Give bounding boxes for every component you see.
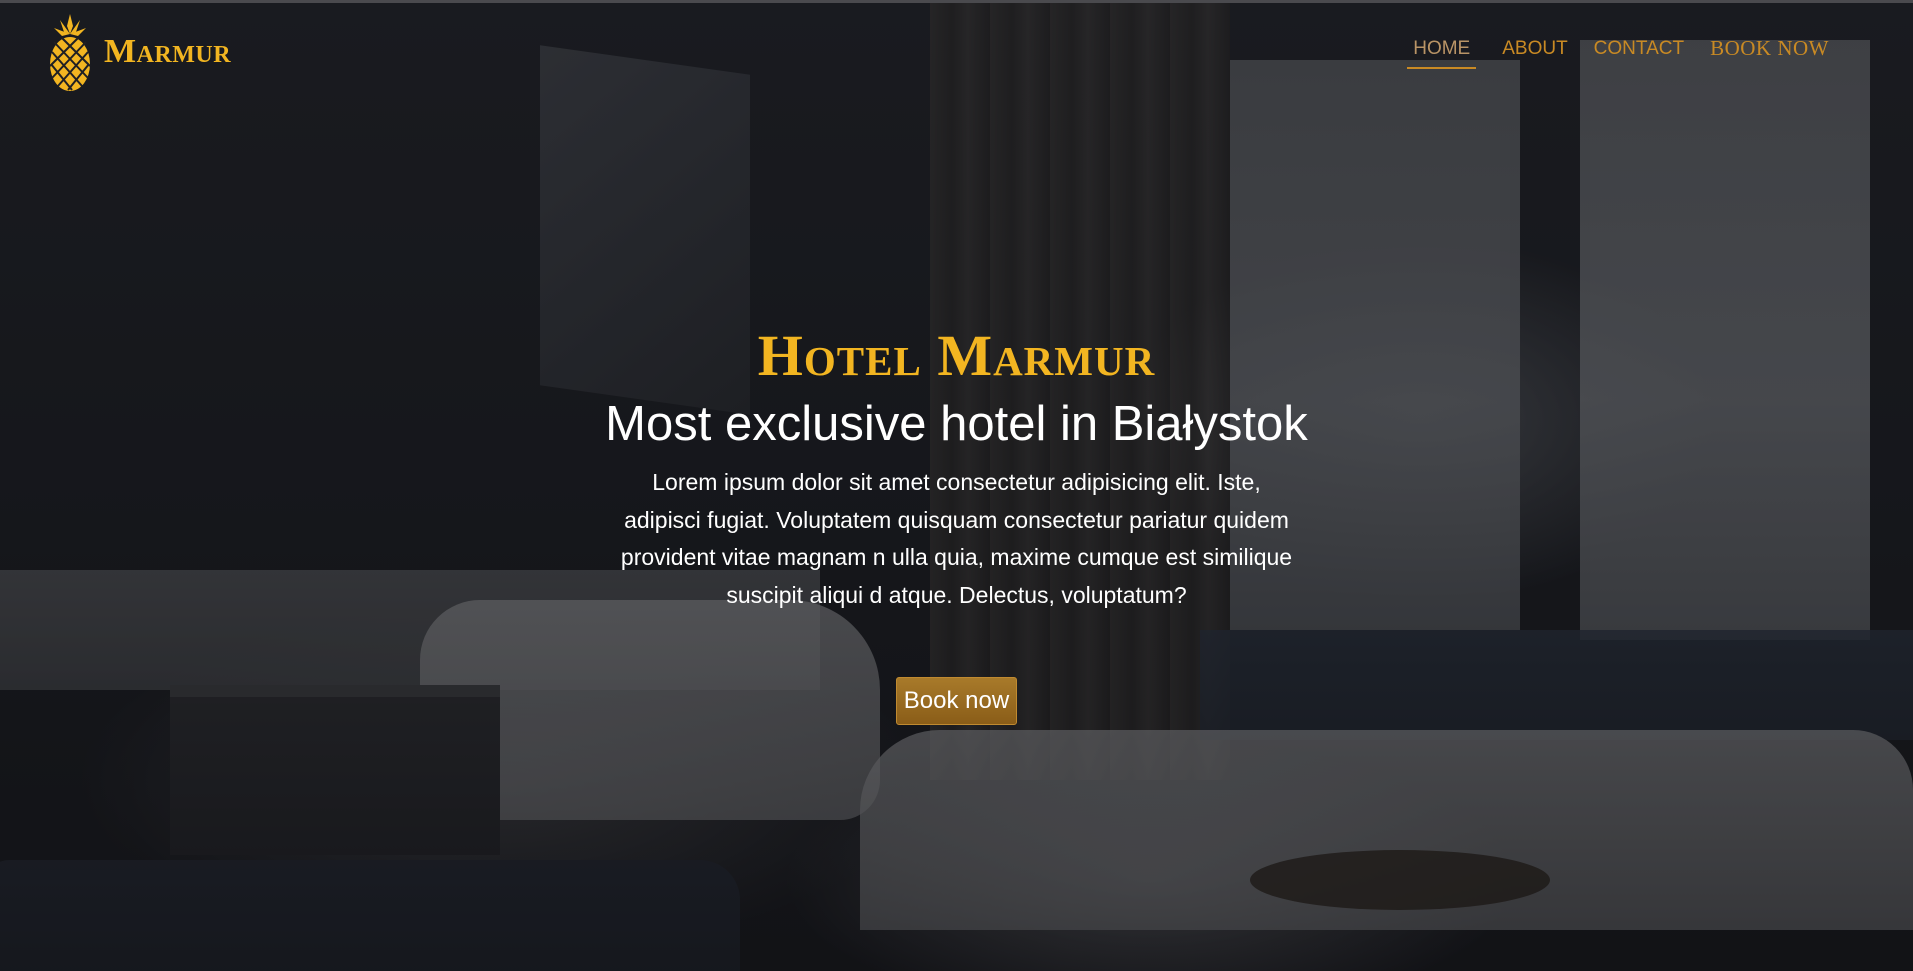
brand-logo-link[interactable]: Marmur <box>48 12 231 92</box>
hero-description: Lorem ipsum dolor sit amet consectetur a… <box>620 469 1293 608</box>
nav-contact-link[interactable]: CONTACT <box>1594 38 1684 69</box>
main-nav: HOME ABOUT CONTACT BOOK NOW <box>1407 36 1829 70</box>
page: Marmur HOME ABOUT CONTACT BOOK NOW Hotel… <box>0 0 1913 971</box>
nav-home-link[interactable]: HOME <box>1407 38 1477 69</box>
brand-name: Marmur <box>104 33 232 70</box>
hero-section: Hotel Marmur Most exclusive hotel in Bia… <box>0 320 1913 725</box>
pineapple-icon <box>48 12 92 92</box>
top-border <box>0 0 1913 3</box>
nav-about-link[interactable]: ABOUT <box>1502 38 1567 69</box>
nav-book-now-link[interactable]: BOOK NOW <box>1710 36 1829 70</box>
hero-subtitle: Most exclusive hotel in Białystok <box>605 397 1308 451</box>
book-now-button[interactable]: Book now <box>895 677 1018 725</box>
hero-title: Hotel Marmur <box>757 323 1156 388</box>
